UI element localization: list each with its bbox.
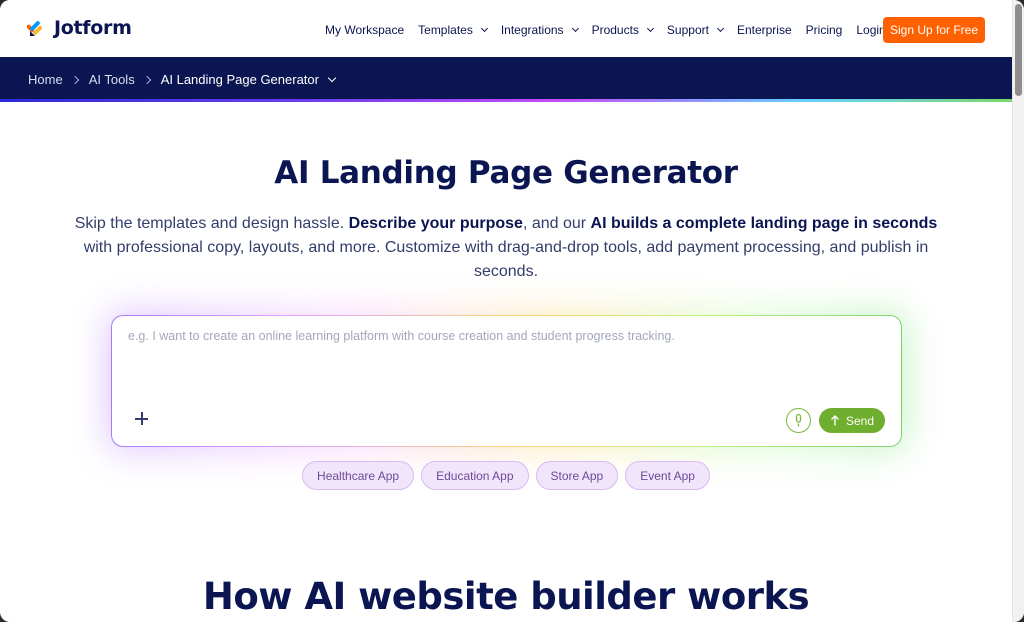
nav-label: Templates [418, 23, 473, 37]
chevron-down-icon [571, 24, 579, 33]
desc-emphasis: AI builds a complete landing page in sec… [590, 215, 938, 232]
arrow-up-icon [830, 415, 839, 426]
prompt-input[interactable] [128, 329, 868, 343]
breadcrumb: Home AI Tools AI Landing Page Generator [28, 72, 337, 87]
top-navigation: Jotform My Workspace Templates Integrati… [0, 0, 1012, 57]
chevron-right-icon [70, 75, 79, 84]
brand-name: Jotform [54, 17, 132, 39]
microphone-icon [795, 414, 802, 427]
breadcrumb-current[interactable]: AI Landing Page Generator [161, 72, 319, 87]
nav-support[interactable]: Support [666, 23, 724, 37]
main-menu: My Workspace Templates Integrations Prod… [325, 17, 900, 43]
microphone-button[interactable] [786, 408, 811, 433]
vertical-scrollbar[interactable] [1012, 0, 1024, 622]
browser-window: Jotform My Workspace Templates Integrati… [0, 0, 1024, 622]
chevron-down-icon[interactable] [327, 73, 337, 82]
chevron-right-icon [142, 75, 151, 84]
nav-products[interactable]: Products [591, 23, 654, 37]
nav-enterprise[interactable]: Enterprise [737, 23, 792, 37]
nav-label: Integrations [500, 23, 564, 37]
scrollbar-thumb[interactable] [1015, 4, 1022, 96]
jotform-logo[interactable]: Jotform [27, 17, 132, 39]
nav-label: Enterprise [736, 23, 792, 37]
chevron-down-icon [716, 24, 724, 33]
chip-education-app[interactable]: Education App [421, 461, 529, 490]
chevron-down-icon [646, 24, 654, 33]
nav-templates[interactable]: Templates [418, 23, 488, 37]
desc-text: with professional copy, layouts, and mor… [83, 239, 929, 280]
desc-text: Skip the templates and design hassle. [74, 215, 349, 232]
sign-up-button[interactable]: Sign Up for Free [883, 17, 985, 43]
nav-integrations[interactable]: Integrations [500, 23, 579, 37]
breadcrumb-bar: Home AI Tools AI Landing Page Generator [0, 57, 1012, 102]
nav-label: My Workspace [325, 23, 405, 37]
desc-emphasis: Describe your purpose [348, 215, 523, 232]
section-title: How AI website builder works [202, 575, 810, 618]
nav-label: Pricing [805, 23, 843, 37]
nav-label: Login [856, 23, 886, 37]
nav-pricing[interactable]: Pricing [806, 23, 843, 37]
nav-login[interactable]: Login [856, 23, 885, 37]
nav-label: Products [591, 23, 639, 37]
send-button[interactable]: Send [819, 408, 885, 433]
add-attachment-button[interactable] [134, 411, 150, 427]
nav-label: Support [666, 23, 709, 37]
chevron-down-icon [480, 24, 488, 33]
jotform-logo-icon [27, 21, 43, 36]
suggestion-chips: Healthcare App Education App Store App E… [0, 461, 1012, 490]
send-label: Send [845, 413, 875, 428]
breadcrumb-home[interactable]: Home [28, 72, 63, 87]
hero-description: Skip the templates and design hassle. De… [60, 212, 952, 284]
breadcrumb-ai-tools[interactable]: AI Tools [89, 72, 135, 87]
chip-event-app[interactable]: Event App [625, 461, 710, 490]
chip-healthcare-app[interactable]: Healthcare App [302, 461, 415, 490]
desc-text: , and our [522, 215, 591, 232]
prompt-box: Send [111, 315, 902, 447]
page-title: AI Landing Page Generator [274, 155, 738, 191]
chip-store-app[interactable]: Store App [535, 461, 619, 490]
nav-my-workspace[interactable]: My Workspace [325, 23, 404, 37]
